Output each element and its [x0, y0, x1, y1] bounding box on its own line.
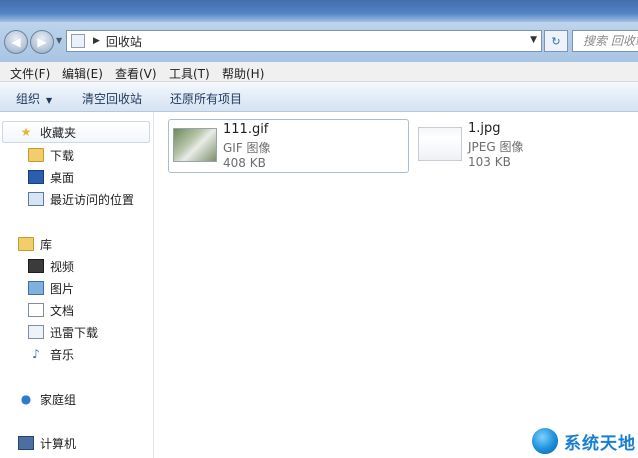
jpg-thumbnail	[418, 127, 462, 161]
nav-documents-label: 文档	[50, 303, 75, 318]
watermark-logo-icon	[530, 426, 560, 456]
nav-pictures[interactable]: 图片	[28, 279, 74, 297]
nav-music[interactable]: ♪ 音乐	[28, 345, 74, 363]
file-list: 111.gif GIF 图像 408 KB 1.jpg JPEG 图像 103 …	[154, 112, 638, 458]
menu-file[interactable]: 文件(F)	[10, 65, 50, 82]
file-name: 111.gif	[223, 122, 269, 137]
thunder-download-icon	[28, 325, 44, 339]
nav-libraries-label: 库	[40, 237, 53, 252]
nav-thunder-downloads-label: 迅雷下载	[50, 325, 99, 340]
menu-tools[interactable]: 工具(T)	[169, 65, 210, 82]
watermark: 系统天地	[530, 424, 636, 458]
menu-bar: 文件(F) 编辑(E) 查看(V) 工具(T) 帮助(H)	[0, 62, 638, 82]
arrow-right-icon: ▶	[37, 35, 47, 49]
recent-places-icon	[28, 192, 44, 206]
organize-label: 组织	[16, 92, 41, 106]
breadcrumb-arrow-icon[interactable]: ▶	[93, 36, 100, 46]
menu-view[interactable]: 查看(V)	[115, 65, 157, 82]
file-name: 1.jpg	[468, 121, 501, 136]
downloads-folder-icon	[28, 148, 44, 162]
file-size: 408 KB	[223, 156, 266, 170]
window-frame-top	[0, 0, 638, 22]
nav-computer-label: 计算机	[40, 436, 77, 451]
nav-homegroup-label: 家庭组	[40, 392, 77, 407]
nav-favorites[interactable]: ★ 收藏夹	[18, 123, 76, 141]
homegroup-icon: ●	[20, 392, 32, 406]
document-icon	[28, 303, 44, 317]
arrow-left-icon: ◀	[11, 35, 21, 49]
back-button[interactable]: ◀	[4, 30, 28, 54]
nav-documents[interactable]: 文档	[28, 301, 74, 319]
restore-all-button[interactable]: 还原所有项目	[170, 90, 242, 107]
recent-pages-dropdown[interactable]: ▼	[56, 36, 64, 46]
recycle-bin-icon	[71, 34, 85, 48]
forward-button[interactable]: ▶	[30, 30, 54, 54]
address-bar[interactable]: ▶ 回收站 ▼	[66, 30, 542, 52]
nav-music-label: 音乐	[50, 347, 75, 362]
file-item[interactable]: 111.gif GIF 图像 408 KB	[168, 119, 409, 173]
nav-favorites-label: 收藏夹	[40, 125, 77, 140]
pictures-icon	[28, 281, 44, 295]
video-icon	[28, 259, 44, 273]
nav-videos-label: 视频	[50, 259, 75, 274]
file-item[interactable]: 1.jpg JPEG 图像 103 KB	[414, 119, 614, 173]
command-bar: 组织 ▼ 清空回收站 还原所有项目	[0, 82, 638, 112]
breadcrumb-recycle-bin[interactable]: 回收站	[106, 33, 142, 50]
libraries-icon	[18, 237, 34, 251]
nav-pictures-label: 图片	[50, 281, 75, 296]
file-type: JPEG 图像	[468, 140, 524, 154]
nav-videos[interactable]: 视频	[28, 257, 74, 275]
nav-computer[interactable]: 计算机	[18, 434, 76, 452]
menu-help[interactable]: 帮助(H)	[222, 65, 264, 82]
watermark-text: 系统天地	[564, 433, 636, 454]
nav-recent-places[interactable]: 最近访问的位置	[28, 190, 134, 208]
title-bar: ◀ ▶ ▼ ▶ 回收站 ▼ ↻ 搜索 回收站	[0, 0, 638, 62]
nav-desktop[interactable]: 桌面	[28, 168, 74, 186]
refresh-button[interactable]: ↻	[544, 30, 568, 52]
nav-downloads[interactable]: 下载	[28, 146, 74, 164]
music-note-icon: ♪	[32, 347, 40, 361]
organize-button[interactable]: 组织 ▼	[16, 90, 52, 107]
nav-libraries[interactable]: 库	[18, 235, 52, 253]
search-input[interactable]: 搜索 回收站	[572, 30, 638, 52]
file-type: GIF 图像	[223, 141, 271, 155]
nav-desktop-label: 桌面	[50, 170, 75, 185]
menu-edit[interactable]: 编辑(E)	[62, 65, 103, 82]
chevron-down-icon: ▼	[56, 36, 63, 45]
star-icon: ★	[20, 125, 32, 139]
navigation-pane: ★ 收藏夹 下载 桌面 最近访问的位置 库 视频 图片 文档 迅雷下载 ♪ 音乐…	[0, 112, 154, 458]
desktop-icon	[28, 170, 44, 184]
refresh-icon: ↻	[551, 34, 561, 48]
nav-homegroup[interactable]: ● 家庭组	[18, 390, 76, 408]
nav-thunder-downloads[interactable]: 迅雷下载	[28, 323, 98, 341]
empty-recycle-bin-button[interactable]: 清空回收站	[82, 90, 142, 107]
caret-down-icon: ▼	[46, 96, 53, 105]
computer-icon	[18, 436, 34, 450]
nav-recent-places-label: 最近访问的位置	[50, 192, 135, 207]
file-size: 103 KB	[468, 155, 511, 169]
gif-thumbnail	[173, 128, 217, 162]
nav-downloads-label: 下载	[50, 148, 75, 163]
address-dropdown-icon[interactable]: ▼	[530, 35, 537, 45]
